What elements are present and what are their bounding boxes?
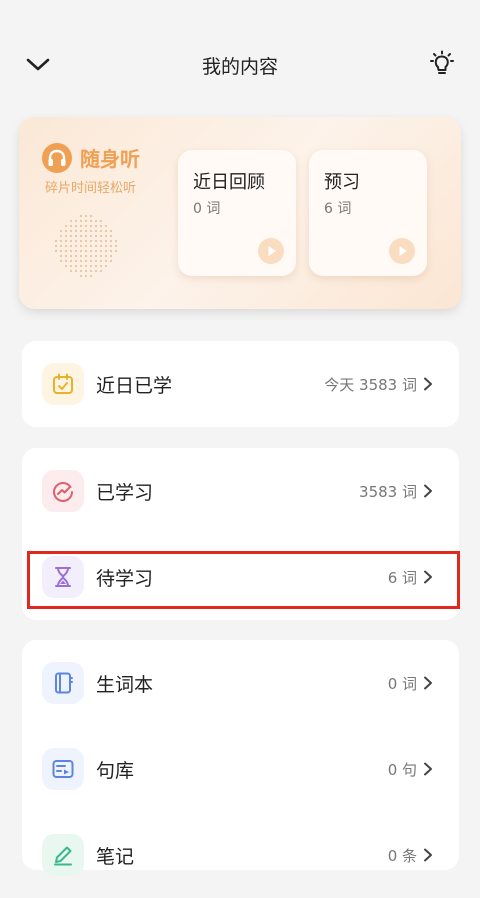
preview-count: 6 词 bbox=[324, 201, 352, 217]
row-sentence-bank[interactable]: 句库 0 句 bbox=[22, 726, 459, 812]
row-label: 笔记 bbox=[96, 846, 135, 868]
brand-name: 随身听 bbox=[80, 147, 140, 171]
dot-pattern-decoration bbox=[54, 214, 118, 278]
notebook-icon bbox=[42, 662, 84, 704]
row-value: 0 句 bbox=[387, 761, 417, 779]
highlight-box bbox=[27, 551, 460, 609]
preview-title: 预习 bbox=[324, 172, 360, 193]
recent-review-card[interactable]: 近日回顾 0 词 bbox=[178, 150, 296, 276]
headphones-icon bbox=[42, 143, 72, 173]
top-bar: 我的内容 bbox=[0, 0, 480, 120]
recent-review-title: 近日回顾 bbox=[193, 172, 265, 193]
row-label: 已学习 bbox=[96, 482, 154, 504]
brand-slogan: 碎片时间轻松听 bbox=[45, 181, 137, 196]
sentence-card-icon bbox=[42, 748, 84, 790]
row-notes[interactable]: 笔记 0 条 bbox=[22, 812, 459, 898]
row-vocab-book[interactable]: 生词本 0 词 bbox=[22, 640, 459, 726]
row-recent-learned[interactable]: 近日已学 今天 3583 词 bbox=[22, 341, 459, 427]
play-icon[interactable] bbox=[389, 238, 415, 264]
chevron-right-icon bbox=[424, 848, 432, 862]
chevron-right-icon bbox=[424, 676, 432, 690]
recent-review-count: 0 词 bbox=[193, 201, 221, 217]
page-title: 我的内容 bbox=[201, 56, 278, 78]
row-label: 句库 bbox=[96, 760, 135, 782]
chevron-right-icon bbox=[424, 762, 432, 776]
play-icon[interactable] bbox=[258, 238, 284, 264]
tips-button[interactable] bbox=[428, 50, 456, 78]
lightbulb-icon bbox=[430, 50, 454, 74]
pen-icon bbox=[42, 834, 84, 876]
row-label: 生词本 bbox=[96, 674, 154, 696]
chevron-right-icon bbox=[424, 377, 432, 391]
row-value: 3583 词 bbox=[359, 483, 417, 501]
row-value: 今天 3583 词 bbox=[324, 376, 417, 394]
row-learned[interactable]: 已学习 3583 词 bbox=[22, 448, 459, 534]
collection-section: 生词本 0 词 句库 0 句 笔记 0 条 bbox=[22, 640, 459, 876]
progress-chart-icon bbox=[42, 470, 84, 512]
preview-card[interactable]: 预习 6 词 bbox=[309, 150, 427, 276]
listen-banner: 随身听 碎片时间轻松听 近日回顾 0 词 预习 6 词 bbox=[19, 117, 461, 309]
row-label: 近日已学 bbox=[96, 375, 173, 397]
recent-section: 近日已学 今天 3583 词 bbox=[22, 341, 459, 427]
chevron-right-icon bbox=[424, 484, 432, 498]
row-value: 0 词 bbox=[387, 675, 417, 693]
row-value: 0 条 bbox=[387, 847, 417, 865]
calendar-check-icon bbox=[42, 363, 84, 405]
